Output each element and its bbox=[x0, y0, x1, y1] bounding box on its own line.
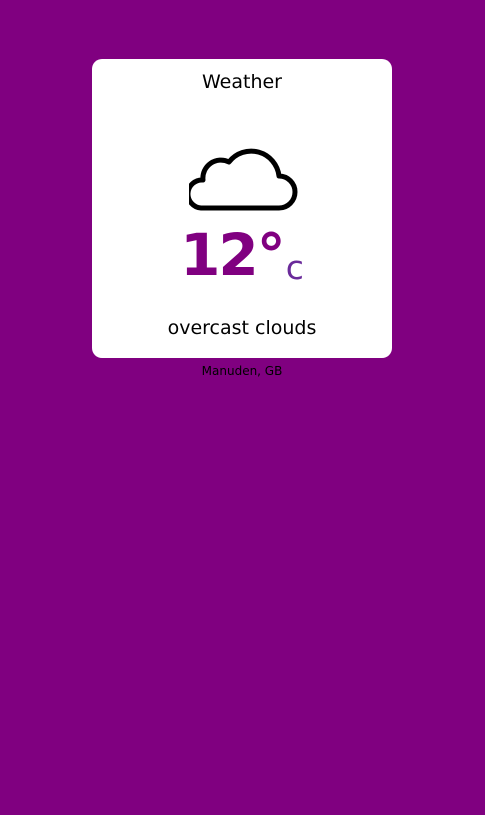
weather-card: Weather 12°c overcast clouds bbox=[92, 59, 392, 358]
cloud-icon bbox=[185, 138, 299, 212]
card-title: Weather bbox=[202, 71, 282, 93]
weather-description: overcast clouds bbox=[167, 317, 317, 339]
temperature-value: 12° bbox=[180, 221, 286, 289]
location-label: Manuden, GB bbox=[201, 364, 283, 378]
temperature-unit: c bbox=[285, 248, 304, 287]
temperature-display: 12°c bbox=[92, 226, 392, 287]
